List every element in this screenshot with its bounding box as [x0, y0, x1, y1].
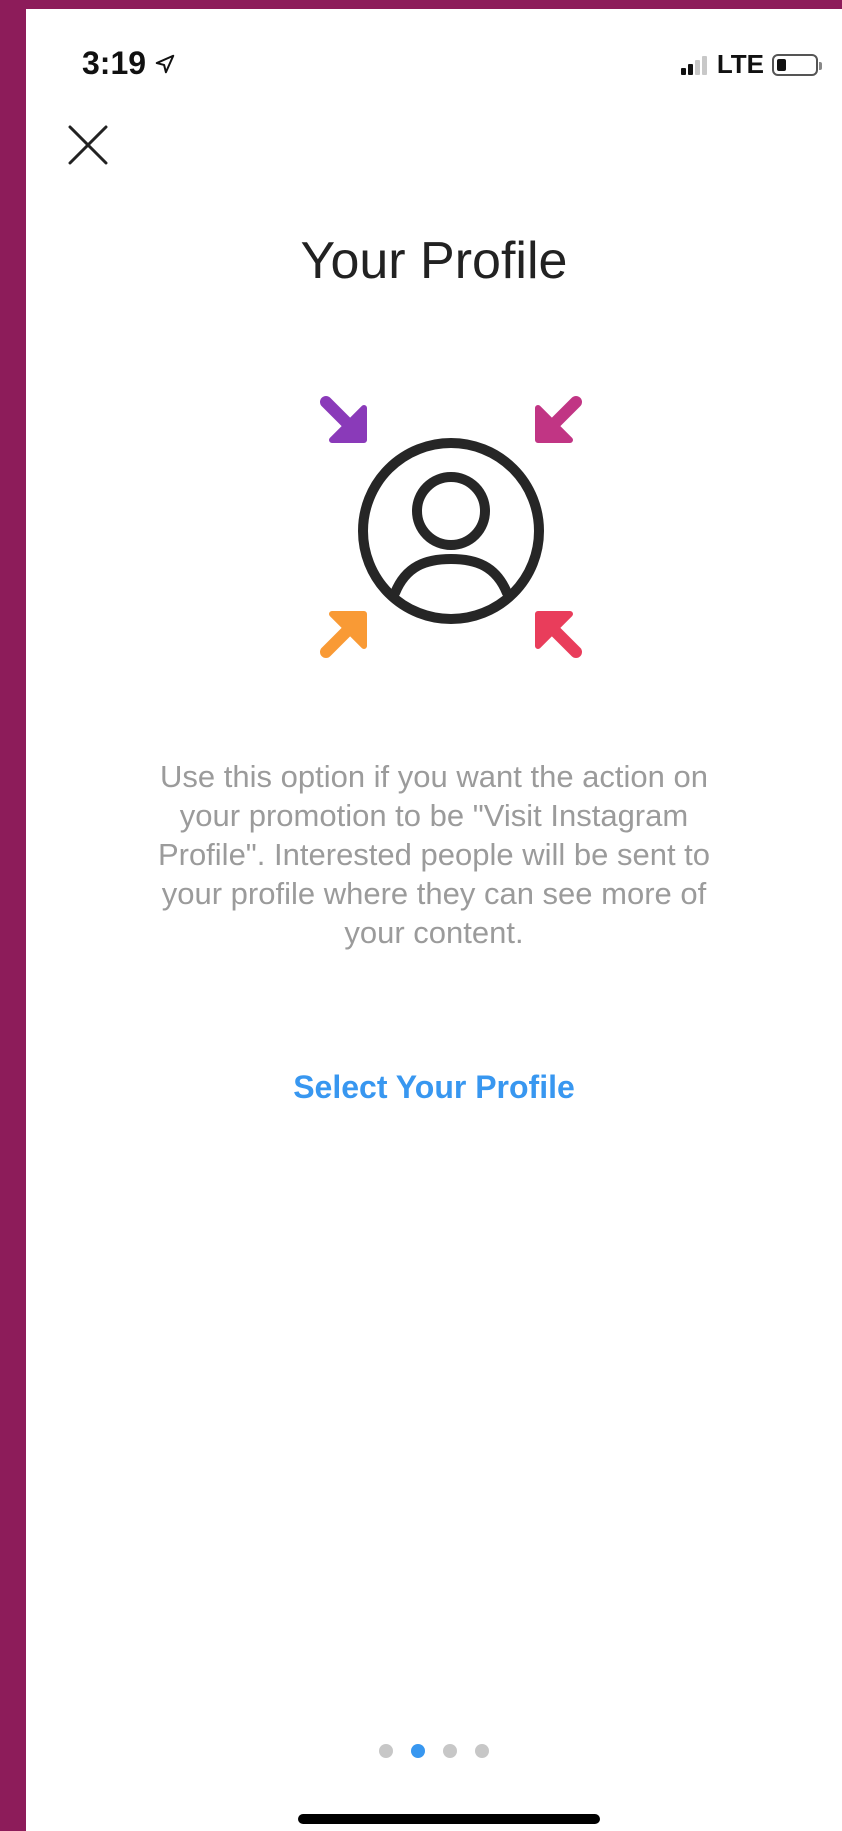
battery-icon [772, 53, 822, 76]
pagination-dot[interactable] [379, 1744, 393, 1758]
arrow-bottom-left-icon [320, 611, 367, 658]
profile-target-icon [320, 396, 582, 658]
arrow-top-right-icon [535, 396, 582, 443]
status-time: 3:19 [82, 45, 176, 82]
network-label: LTE [716, 49, 764, 79]
arrow-top-left-icon [320, 396, 367, 443]
description-text: Use this option if you want the action o… [157, 759, 711, 950]
page-title: Your Profile [300, 232, 568, 290]
arrow-bottom-right-icon [535, 611, 582, 658]
status-right: LTE [680, 49, 822, 80]
location-arrow-icon [155, 54, 175, 73]
pagination-dot[interactable] [475, 1744, 489, 1758]
pagination-dots [26, 1744, 842, 1758]
select-your-profile-button[interactable]: Select Your Profile [26, 1069, 842, 1106]
status-time-text: 3:19 [82, 45, 147, 81]
pagination-dot[interactable] [443, 1744, 457, 1758]
signal-icon [680, 55, 709, 75]
phone-screen: 3:19 LTE Your Profile Use this option if… [26, 9, 842, 1831]
avatar-icon [358, 438, 544, 624]
home-indicator[interactable] [298, 1814, 600, 1824]
close-icon[interactable] [64, 121, 112, 169]
battery-fill [777, 58, 786, 71]
pagination-dot[interactable] [411, 1744, 425, 1758]
